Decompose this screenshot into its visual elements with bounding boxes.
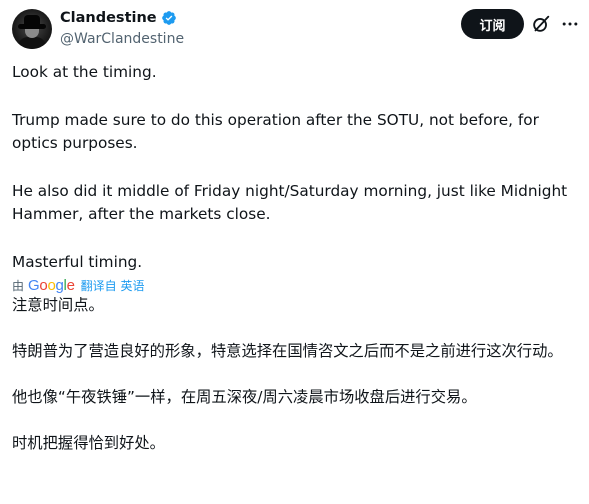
subscribe-button[interactable]: 订阅 bbox=[461, 9, 524, 39]
translated-paragraph: 特朗普为了营造良好的形象，特意选择在国情咨文之后而不是之前进行这次行动。 bbox=[12, 342, 563, 360]
grok-icon[interactable] bbox=[530, 13, 552, 35]
verified-badge-icon bbox=[161, 11, 176, 25]
original-paragraph: Look at the timing. bbox=[12, 63, 157, 81]
author-handle[interactable]: @WarClandestine bbox=[60, 31, 184, 47]
translated-from-link[interactable]: 翻译自 英语 bbox=[81, 277, 145, 294]
tweet-header: Clandestine @WarClandestine 订阅 bbox=[12, 9, 580, 53]
avatar[interactable] bbox=[12, 9, 52, 49]
google-logo: Google bbox=[28, 276, 75, 294]
translated-paragraph: 他也像“午夜铁锤”一样，在周五深夜/周六凌晨市场收盘后进行交易。 bbox=[12, 388, 477, 406]
original-paragraph: Trump made sure to do this operation aft… bbox=[12, 111, 539, 152]
tweet-body: Look at the timing. Trump made sure to d… bbox=[12, 61, 577, 455]
more-icon[interactable] bbox=[560, 13, 580, 35]
original-paragraph: Masterful timing. bbox=[12, 253, 143, 271]
translated-paragraph: 时机把握得恰到好处。 bbox=[12, 434, 165, 452]
translation-attribution: 由 Google 翻译自 英语 bbox=[12, 276, 577, 294]
author-names: Clandestine @WarClandestine bbox=[60, 9, 184, 47]
translated-paragraph: 注意时间点。 bbox=[12, 296, 104, 314]
author-display-name[interactable]: Clandestine bbox=[60, 10, 157, 26]
original-paragraph: He also did it middle of Friday night/Sa… bbox=[12, 182, 568, 223]
translation-by-label: 由 bbox=[12, 278, 25, 293]
